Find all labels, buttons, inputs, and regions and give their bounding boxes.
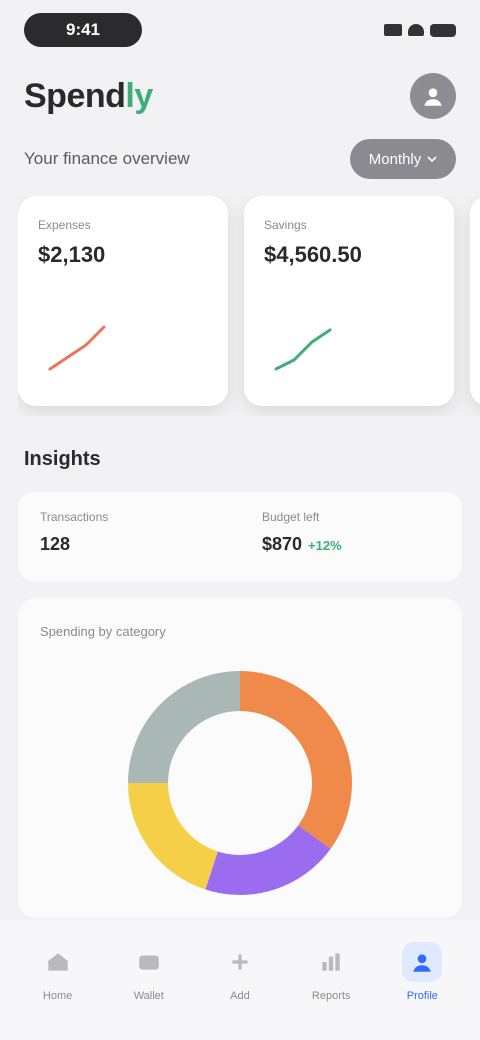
period-selector-button[interactable]: Monthly xyxy=(350,139,456,179)
stat-label: Transactions xyxy=(40,510,109,524)
donut-chart[interactable] xyxy=(115,658,365,908)
tab-label: Add xyxy=(230,990,250,1002)
app-logo: Spendly xyxy=(24,77,153,116)
bottom-tab-bar: Home Wallet Add Reports Profile xyxy=(0,920,480,1040)
status-icons xyxy=(384,23,456,37)
tab-home[interactable]: Home xyxy=(22,942,94,1002)
tab-profile[interactable]: Profile xyxy=(386,942,458,1002)
kpi-card-savings[interactable]: Savings $4,560.50 xyxy=(244,196,454,406)
status-time: 9:41 xyxy=(24,13,142,47)
stats-card: Transactions 128 Budget left $870 +12% xyxy=(18,492,462,582)
tab-label: Home xyxy=(42,990,73,1002)
sparkline-path xyxy=(274,328,332,371)
spending-chart-card: Spending by category xyxy=(18,598,462,918)
donut-slice-shopping[interactable] xyxy=(240,671,353,849)
tab-label: Wallet xyxy=(133,990,164,1002)
stat-budget[interactable]: Budget left $870 +12% xyxy=(240,492,462,582)
kpi-cards: Expenses $2,130 Savings $4,560.50 xyxy=(18,196,480,416)
plus-icon xyxy=(220,942,260,982)
donut-slice-food[interactable] xyxy=(128,783,218,890)
brand-part1: Spend xyxy=(24,76,126,115)
stat-value: $870 xyxy=(262,534,303,554)
tab-wallet[interactable]: Wallet xyxy=(113,942,185,1002)
section-title: Insights xyxy=(24,448,101,470)
tab-label: Profile xyxy=(406,990,438,1002)
user-icon xyxy=(402,942,443,982)
kpi-card-peek[interactable] xyxy=(470,196,480,406)
stat-label: Budget left xyxy=(262,510,320,524)
signal-icon xyxy=(384,24,402,36)
chevron-down-icon xyxy=(427,156,437,163)
donut-slice-other[interactable] xyxy=(128,671,240,783)
status-bar: 9:41 xyxy=(0,0,480,60)
home-icon xyxy=(38,942,78,982)
brand-part2: ly xyxy=(125,76,153,115)
kpi-card-expenses[interactable]: Expenses $2,130 xyxy=(18,196,228,406)
tab-label: Reports xyxy=(311,990,351,1002)
stat-delta: +12% xyxy=(308,538,342,553)
tab-reports[interactable]: Reports xyxy=(295,942,367,1002)
battery-icon xyxy=(430,23,456,37)
kpi-label: Expenses xyxy=(38,218,91,232)
app-header: Spendly xyxy=(0,66,480,126)
kpi-value: $2,130 xyxy=(38,242,106,267)
kpi-value: $4,560.50 xyxy=(264,242,362,267)
period-label: Monthly xyxy=(368,150,422,168)
trend-sparkline xyxy=(48,325,106,371)
avatar[interactable] xyxy=(410,73,456,119)
kpi-label: Savings xyxy=(264,218,307,232)
chart-icon xyxy=(311,942,351,982)
tab-add[interactable]: Add xyxy=(204,942,276,1002)
trend-sparkline xyxy=(274,328,332,371)
sparkline-path xyxy=(48,325,106,371)
wifi-icon xyxy=(408,24,424,36)
wallet-icon xyxy=(129,942,169,982)
donut-slice-entertainment[interactable] xyxy=(205,825,331,895)
stat-value: 128 xyxy=(40,534,71,554)
chart-title: Spending by category xyxy=(40,624,166,639)
subheader: Your finance overview Monthly xyxy=(0,134,480,184)
page-subtitle: Your finance overview xyxy=(24,149,190,168)
user-icon xyxy=(424,88,442,106)
stat-transactions[interactable]: Transactions 128 xyxy=(18,492,240,582)
